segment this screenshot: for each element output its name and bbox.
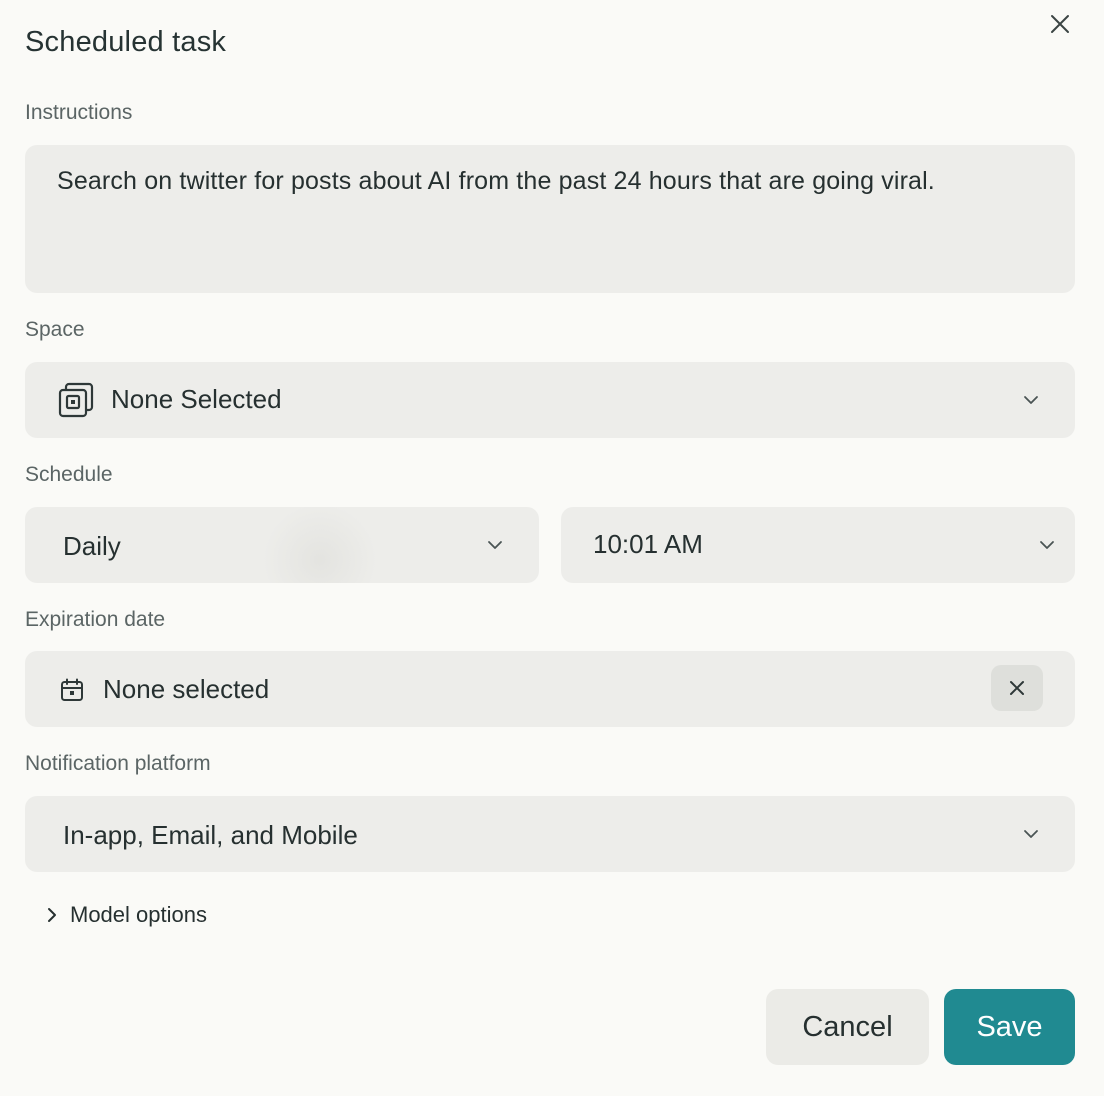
notification-label: Notification platform (25, 752, 211, 775)
blur-artifact (260, 507, 380, 583)
close-icon (1010, 681, 1024, 695)
schedule-frequency-select[interactable]: Daily (25, 507, 539, 583)
schedule-frequency-value: Daily (63, 531, 121, 561)
chevron-down-icon (485, 535, 505, 555)
space-label: Space (25, 318, 85, 341)
scheduled-task-dialog: Scheduled task Instructions Search on tw… (0, 0, 1104, 1096)
clear-expiration-button[interactable] (991, 665, 1043, 711)
model-options-label: Model options (70, 902, 207, 927)
cancel-button[interactable]: Cancel (766, 989, 929, 1065)
expiration-value: None selected (103, 674, 270, 704)
chevron-down-icon (1021, 824, 1041, 844)
calendar-icon (59, 677, 85, 703)
chevron-down-icon (1037, 535, 1057, 555)
schedule-time-value: 10:01 AM (593, 529, 703, 559)
space-select[interactable]: None Selected (25, 362, 1075, 438)
chevron-right-icon (48, 908, 56, 922)
close-icon (1051, 15, 1069, 33)
space-stack-icon (57, 381, 95, 419)
schedule-label: Schedule (25, 463, 113, 486)
model-options-toggle[interactable]: Model options (44, 902, 207, 928)
chevron-down-icon (1021, 390, 1041, 410)
save-button[interactable]: Save (944, 989, 1075, 1065)
notification-platform-select[interactable]: In-app, Email, and Mobile (25, 796, 1075, 872)
schedule-time-select[interactable]: 10:01 AM (561, 507, 1075, 583)
space-value: None Selected (111, 384, 282, 414)
instructions-label: Instructions (25, 101, 133, 124)
notification-value: In-app, Email, and Mobile (63, 820, 358, 850)
expiration-date-picker[interactable]: None selected (25, 651, 1075, 727)
instructions-textarea[interactable]: Search on twitter for posts about AI fro… (25, 145, 1075, 293)
expiration-label: Expiration date (25, 608, 166, 631)
close-button[interactable] (1044, 8, 1076, 40)
instructions-text: Search on twitter for posts about AI fro… (57, 167, 935, 195)
dialog-title: Scheduled task (25, 26, 227, 58)
